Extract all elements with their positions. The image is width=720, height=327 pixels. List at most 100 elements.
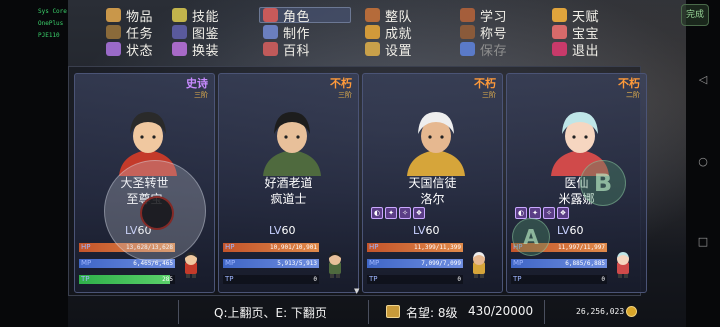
joystick-knob[interactable] <box>140 196 174 230</box>
menu-item[interactable]: 设置 <box>365 41 412 59</box>
tp-bar: TP 0 <box>223 274 319 285</box>
hero-level: LV60 <box>413 224 439 237</box>
menu-item[interactable]: 学习 <box>460 7 507 25</box>
bag-icon <box>106 8 121 22</box>
hero-sprite <box>617 252 629 278</box>
hero-portrait <box>407 112 465 176</box>
mp-label: MP <box>225 259 236 267</box>
recents-icon[interactable]: □ <box>697 236 709 248</box>
level-value: 60 <box>281 224 296 237</box>
hp-value: 10,901/10,901 <box>270 244 317 251</box>
menu-item-label: 百科 <box>283 43 311 59</box>
menu-item[interactable]: 宝宝 <box>552 24 599 42</box>
done-button[interactable]: 完成 <box>681 4 709 26</box>
skill-icon <box>172 8 187 22</box>
reputation-level: 名望: 8级 <box>406 306 458 320</box>
menu-item[interactable]: 任务 <box>106 24 153 42</box>
hero-card[interactable]: 不朽 三阶 天国信徒 洛尔 ◐ ✦ ✧ ❖ LV60 HP 11,399/11,399 <box>362 73 503 293</box>
menu-item[interactable]: 天赋 <box>552 7 599 25</box>
pet-icon <box>552 25 567 39</box>
craft-icon <box>263 25 278 39</box>
menu-item[interactable]: 图鉴 <box>172 24 219 42</box>
system-status-strip: Sys Core OnePlus PJE110 <box>0 0 68 327</box>
menu-item[interactable]: 整队 <box>365 7 412 25</box>
system-label: PJE110 <box>38 32 60 39</box>
portrait-eye <box>140 135 144 139</box>
skill-slot-icon[interactable]: ❖ <box>557 207 569 219</box>
level-prefix: LV <box>557 224 570 237</box>
portrait-eye <box>572 135 576 139</box>
book-icon <box>460 8 475 22</box>
menu-item[interactable]: 物品 <box>106 7 153 25</box>
android-nav-bar: ◁ ○ □ <box>686 0 720 327</box>
tp-bar: TP 0 <box>367 274 463 285</box>
exit-icon <box>552 42 567 56</box>
bottom-bar: Q:上翻页、E: 下翻页 名望: 8级 430/20000 26,256,023 <box>68 298 686 327</box>
divider <box>368 300 369 324</box>
outfit-icon <box>172 42 187 56</box>
menu-item-label: 换装 <box>192 43 220 59</box>
menu-item[interactable]: 制作 <box>263 24 310 42</box>
level-prefix: LV <box>413 224 426 237</box>
mp-label: MP <box>513 259 524 267</box>
system-label: OnePlus <box>38 20 64 27</box>
status-icon <box>106 42 121 56</box>
portrait-eye <box>296 135 300 139</box>
a-button[interactable]: A <box>512 218 550 256</box>
mp-value: 7,099/7,099 <box>421 260 461 267</box>
mp-bar: MP 5,913/5,913 <box>223 258 319 269</box>
menu-item[interactable]: 状态 <box>106 41 153 59</box>
hero-name: 疯道士 <box>270 192 307 206</box>
menu-item[interactable]: 成就 <box>365 24 412 42</box>
skill-slot-icon[interactable]: ◐ <box>515 207 527 219</box>
home-icon[interactable]: ○ <box>697 156 709 168</box>
skill-slot-icon[interactable]: ✧ <box>543 207 555 219</box>
hero-title: 天国信徒 <box>408 176 457 190</box>
skill-slot-icon[interactable]: ✦ <box>385 207 397 219</box>
hp-label: HP <box>81 243 91 251</box>
reputation-icon <box>386 305 400 318</box>
reputation-progress: 430/20000 <box>468 304 534 318</box>
menu-item[interactable]: 技能 <box>172 7 219 25</box>
hero-card[interactable]: 不朽 三阶 好酒老道 疯道士 LV60 HP 10,901/10,901 MP … <box>218 73 359 293</box>
tp-bar: TP 285 <box>79 274 175 285</box>
hp-bar: HP 10,901/10,901 <box>223 242 319 253</box>
hero-level: LV60 <box>269 224 295 237</box>
rarity-label: 史诗 <box>186 77 208 90</box>
back-icon[interactable]: ◁ <box>697 74 709 86</box>
skill-slot-icon[interactable]: ✧ <box>399 207 411 219</box>
portrait-eye <box>284 135 288 139</box>
virtual-joystick[interactable] <box>104 160 206 262</box>
rarity-label: 不朽 <box>474 77 496 90</box>
menu-item[interactable]: 换装 <box>172 41 220 59</box>
mp-label: MP <box>369 259 380 267</box>
gold-amount: 26,256,023 <box>576 307 625 316</box>
skill-slot-icon[interactable]: ❖ <box>413 207 425 219</box>
b-button[interactable]: B <box>580 160 626 206</box>
menu-item[interactable]: 百科 <box>263 41 311 59</box>
hero-sprite <box>473 252 485 278</box>
mp-bar: MP 6,885/6,885 <box>511 258 607 269</box>
tp-label: TP <box>369 275 378 283</box>
scroll-down-arrow[interactable]: ▼ <box>354 287 359 295</box>
talent-icon <box>552 8 567 22</box>
menu-item[interactable]: 称号 <box>460 24 507 42</box>
tier-label: 三阶 <box>194 91 208 99</box>
character-icon <box>263 8 278 22</box>
gear-icon <box>365 42 380 56</box>
tp-bar: TP 0 <box>511 274 607 285</box>
menu-item[interactable]: 角色 <box>259 7 351 25</box>
hero-title: 好酒老道 <box>264 176 313 190</box>
portrait-eye <box>152 135 156 139</box>
hero-name: 米露娜 <box>558 192 595 206</box>
menu-item[interactable]: 保存 <box>460 41 507 59</box>
portrait-eye <box>440 135 444 139</box>
hero-portrait <box>263 112 321 176</box>
hp-bar: HP 11,399/11,399 <box>367 242 463 253</box>
skill-slot-icon[interactable]: ◐ <box>371 207 383 219</box>
skill-slots: ◐ ✦ ✧ ❖ <box>371 207 425 219</box>
tp-value: 285 <box>162 276 173 283</box>
menu-item[interactable]: 退出 <box>552 41 599 59</box>
rarity-label: 不朽 <box>330 77 352 90</box>
quest-icon <box>106 25 121 39</box>
